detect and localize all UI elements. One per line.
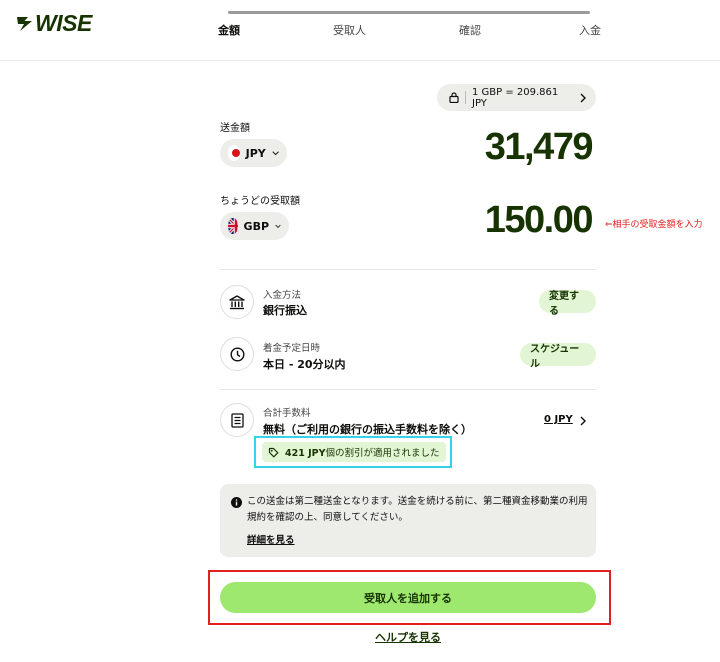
add-recipient-button[interactable]: 受取人を追加する <box>220 582 596 613</box>
annotation-note: ⇐相手の受取金額を入力 <box>605 220 703 230</box>
receive-currency-code: GBP <box>243 219 270 233</box>
chevron-down-icon <box>275 224 281 228</box>
schedule-button[interactable]: スケジュール <box>520 343 596 370</box>
bank-icon-circle <box>220 285 254 319</box>
step-pay[interactable]: 入金 <box>579 22 601 38</box>
rate-separator <box>465 91 466 104</box>
uk-flag-icon <box>228 218 238 234</box>
arrival-value: 本日 - 20分以内 <box>263 358 346 371</box>
bank-icon <box>229 294 245 309</box>
notice-text: この送金は第二種送金となります。送金を続ける前に、第二種資金移動業の利用規約を確… <box>247 496 588 523</box>
chevron-right-icon <box>580 93 586 102</box>
divider <box>220 269 596 270</box>
payment-method-value: 銀行振込 <box>263 304 307 317</box>
step-review[interactable]: 確認 <box>459 22 481 38</box>
learn-more-link[interactable]: 詳細を見る <box>247 532 295 546</box>
info-icon <box>231 497 242 508</box>
send-amount-input[interactable]: 31,479 <box>400 126 594 169</box>
receipt-icon-circle <box>220 403 254 437</box>
clock-icon <box>229 346 245 362</box>
receipt-icon <box>230 412 244 428</box>
arrival-label: 着金予定日時 <box>263 343 321 354</box>
send-currency-code: JPY <box>245 146 266 160</box>
step-recipient[interactable]: 受取人 <box>333 22 366 38</box>
logo-text: WISE <box>35 10 92 36</box>
discount-text: 個の割引が適用されました <box>325 448 440 459</box>
header-divider <box>0 60 720 61</box>
discount-badge: 421 JPY個の割引が適用されました <box>262 442 446 462</box>
receive-currency-select[interactable]: GBP <box>220 212 289 240</box>
tag-icon <box>268 447 279 457</box>
japan-flag-icon <box>228 145 240 161</box>
total-fee-value: 無料（ご利用の銀行の振込手数料を除く） <box>263 423 472 436</box>
total-fee-label: 合計手数料 <box>263 408 311 419</box>
wise-flag-icon <box>17 17 32 31</box>
receive-label: ちょうどの受取額 <box>220 196 300 207</box>
chevron-down-icon <box>272 150 279 155</box>
wise-logo[interactable]: WISE <box>16 10 92 37</box>
send-label: 送金額 <box>220 123 250 134</box>
chevron-right-icon[interactable] <box>580 416 586 426</box>
fee-amount-link[interactable]: 0 JPY <box>544 414 573 425</box>
progress-track <box>228 11 590 14</box>
rate-pill[interactable]: 1 GBP = 209.861 JPY <box>437 84 596 111</box>
change-payment-button[interactable]: 変更する <box>539 290 596 317</box>
clock-icon-circle <box>220 337 254 371</box>
step-amount[interactable]: 金額 <box>218 22 240 38</box>
send-currency-select[interactable]: JPY <box>220 139 287 167</box>
rate-text: 1 GBP = 209.861 JPY <box>472 86 559 109</box>
help-link[interactable]: ヘルプを見る <box>0 629 720 645</box>
discount-amount: 421 JPY <box>285 448 326 459</box>
divider <box>220 389 596 390</box>
lock-icon <box>449 92 459 103</box>
receive-amount-input[interactable]: 150.00 <box>400 199 594 242</box>
payment-method-label: 入金方法 <box>263 290 302 301</box>
